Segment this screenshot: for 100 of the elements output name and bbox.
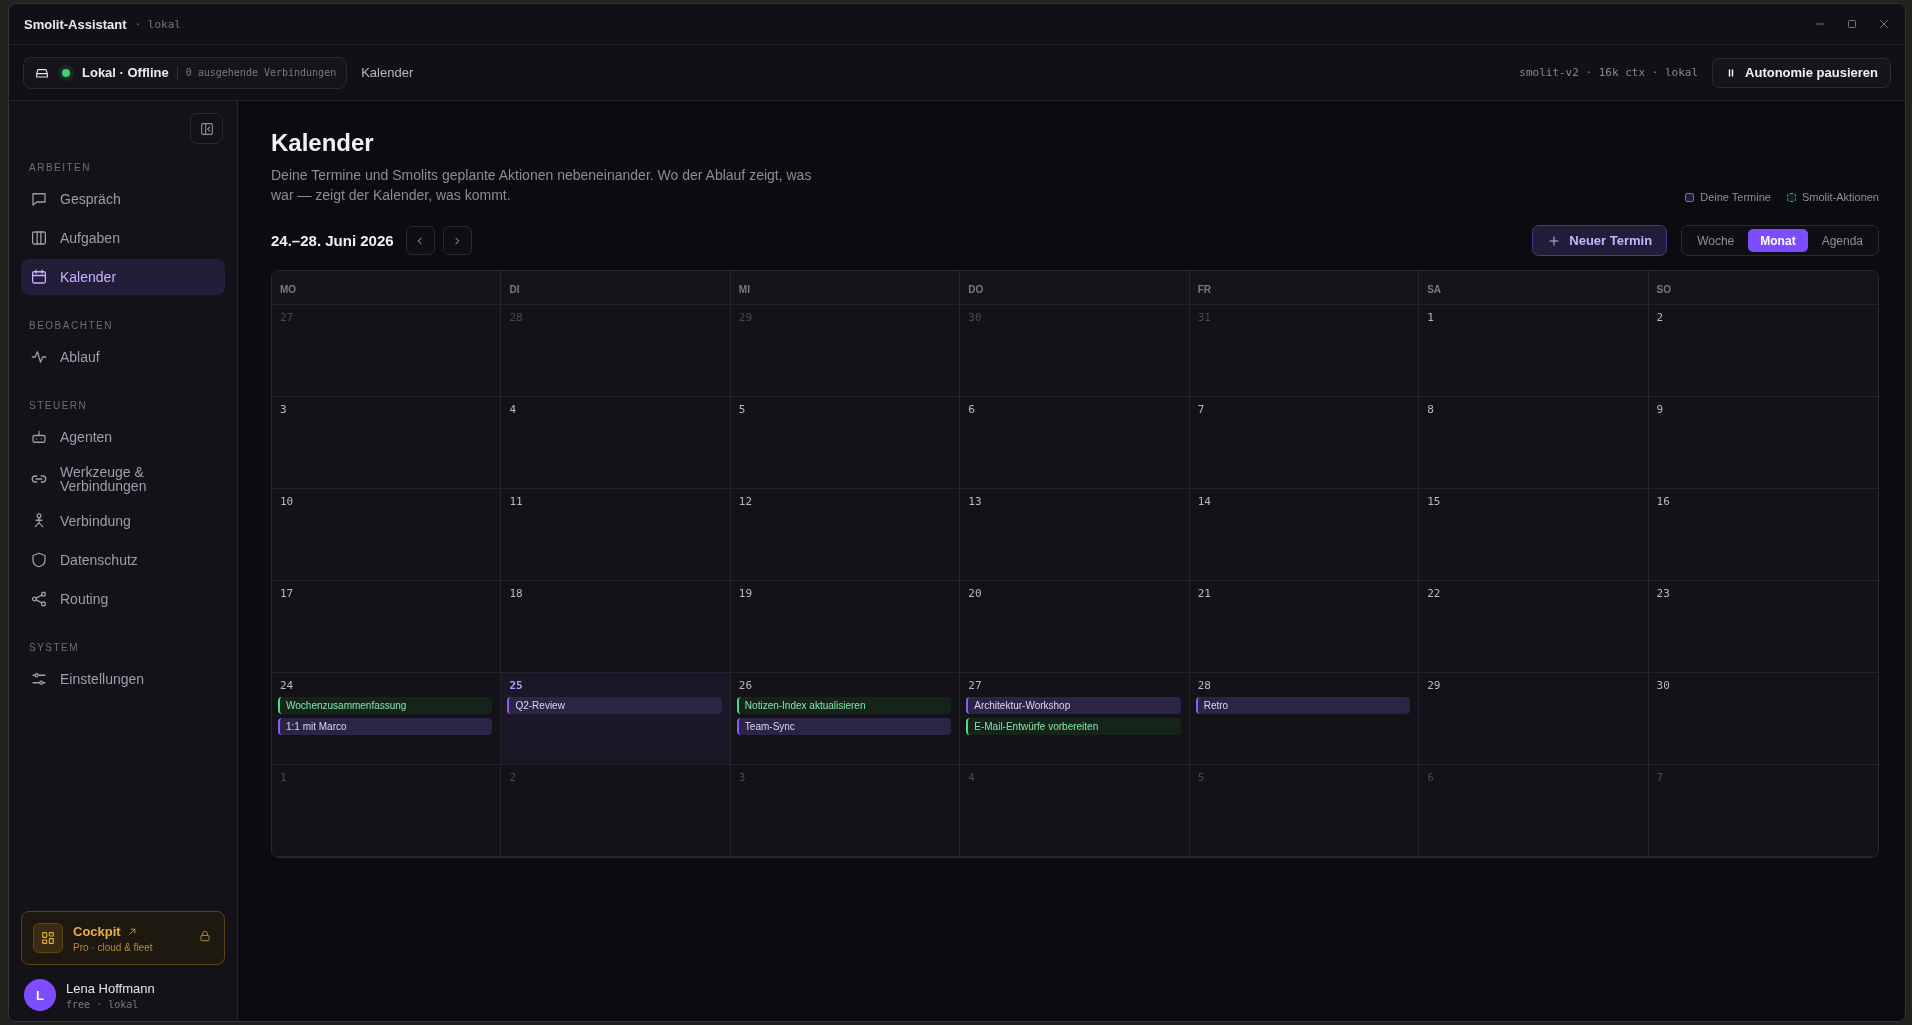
day-number: 19 [738, 587, 753, 600]
view-tab[interactable]: Agenda [1809, 229, 1875, 252]
day-number: 15 [1427, 495, 1441, 508]
day-number: 9 [1656, 403, 1664, 416]
view-tab[interactable]: Woche [1685, 229, 1747, 252]
legend-label: Smolit-Aktionen [1801, 191, 1879, 203]
day-number: 3 [738, 771, 746, 784]
day-cell[interactable]: 28 Retro [1189, 673, 1420, 765]
day-number: 2 [509, 771, 517, 784]
day-cell[interactable]: 14 [1189, 489, 1420, 581]
day-number: 13 [968, 495, 982, 508]
weekday-header: DI [501, 271, 731, 305]
day-cell[interactable]: 19 [730, 581, 961, 673]
sidebar-item[interactable]: Werkzeuge & Verbindungen [21, 458, 225, 500]
weekday-header: MI [730, 271, 961, 305]
day-cell[interactable]: 11 [501, 489, 731, 581]
weekday-header: SO [1648, 271, 1878, 305]
day-number: 31 [1197, 311, 1211, 324]
calendar-event[interactable]: 1:1 mit Marco [278, 718, 493, 735]
day-number: 1 [1427, 311, 1434, 324]
view-tab[interactable]: Monat [1748, 229, 1808, 252]
day-cell[interactable]: 25 Q2-Review [501, 673, 731, 765]
sidebar-item[interactable]: Datenschutz [21, 542, 225, 578]
day-cell[interactable]: 23 [1648, 581, 1878, 673]
day-number: 21 [1197, 587, 1211, 600]
sidebar-item[interactable]: Agenten [21, 419, 225, 455]
day-cell[interactable]: 6 [960, 397, 1190, 489]
sidebar-item[interactable]: Aufgaben [21, 220, 225, 256]
sidebar-item[interactable]: Einstellungen [21, 661, 225, 697]
day-number: 17 [280, 587, 294, 600]
day-cell[interactable]: 20 [960, 581, 1190, 673]
day-number: 6 [968, 403, 975, 416]
section-heading: SYSTEM [28, 642, 81, 653]
day-cell[interactable]: 3 [272, 397, 502, 489]
pause-button[interactable]: Autonomie pausieren [1712, 57, 1891, 88]
day-cell[interactable]: 4 [501, 397, 731, 489]
day-number: 7 [1197, 403, 1205, 416]
calendar-event[interactable]: Architektur-Workshop [966, 697, 1181, 714]
day-cell[interactable]: 12 [730, 489, 961, 581]
cockpit-subtitle: Pro · cloud & fleet [73, 941, 154, 953]
sidebar-item[interactable]: Gespräch [21, 181, 225, 217]
model-info: smolit-v2 · 16k ctx · lokal [1519, 66, 1699, 79]
day-number: 11 [509, 495, 523, 508]
cockpit-card[interactable]: Cockpit Pro · cloud & fleet [21, 911, 225, 965]
weekday-header: SA [1419, 271, 1649, 305]
day-cell[interactable]: 7 [1189, 397, 1420, 489]
day-number: 8 [1427, 403, 1434, 416]
sidebar-item[interactable]: Routing [21, 581, 225, 617]
day-cell[interactable]: 17 [272, 581, 502, 673]
new-event-button[interactable]: Neuer Termin [1532, 225, 1668, 256]
day-cell[interactable]: 27 Architektur-Workshop E-Mail-Entwürfe vorbereiten [960, 673, 1190, 765]
day-cell[interactable]: 29 [1419, 673, 1649, 765]
day-cell[interactable]: 24 Wochenzusammenfassung 1:1 mit Marco [272, 673, 502, 765]
calendar-event[interactable]: Team-Sync [736, 718, 952, 735]
day-number: 29 [738, 311, 753, 324]
day-cell[interactable]: 1 [1419, 305, 1649, 397]
legend-label: Deine Termine [1700, 191, 1771, 203]
day-number: 23 [1656, 587, 1670, 600]
day-number: 26 [738, 679, 753, 692]
day-number: 28 [1197, 679, 1211, 692]
sidebar-item[interactable]: Kalender [21, 259, 225, 295]
day-cell[interactable]: 21 [1189, 581, 1420, 673]
day-number: 14 [1197, 495, 1211, 508]
day-number: 30 [1656, 679, 1670, 692]
day-number: 29 [1427, 679, 1441, 692]
calendar-event[interactable]: Retro [1195, 697, 1411, 714]
day-cell[interactable]: 5 [730, 397, 961, 489]
day-number: 24 [280, 679, 294, 692]
day-cell[interactable]: 10 [272, 489, 502, 581]
user-plan: free · lokal [66, 998, 140, 1010]
calendar-event[interactable]: Wochenzusammenfassung [278, 697, 493, 714]
day-cell[interactable]: 8 [1419, 397, 1649, 489]
calendar-event[interactable]: Notizen-Index aktualisieren [736, 697, 952, 714]
day-cell[interactable]: 22 [1419, 581, 1649, 673]
day-number: 3 [280, 403, 287, 416]
page-title: Kalender [271, 129, 375, 157]
day-number: 18 [509, 587, 523, 600]
day-number: 28 [509, 311, 523, 324]
day-cell[interactable]: 30 [1648, 673, 1878, 765]
day-cell[interactable]: 15 [1419, 489, 1649, 581]
day-number: 4 [968, 771, 975, 784]
sidebar-item[interactable]: Ablauf [21, 339, 225, 375]
sidebar-item[interactable]: Verbindung [21, 503, 225, 539]
day-cell[interactable]: 26 Notizen-Index aktualisieren Team-Sync [730, 673, 961, 765]
connection-status[interactable]: Lokal · Offline 0 ausgehende Verbindungen [23, 56, 348, 89]
day-number: 30 [968, 311, 982, 324]
day-number: 2 [1656, 311, 1664, 324]
calendar-event[interactable]: E-Mail-Entwürfe vorbereiten [966, 718, 1181, 735]
day-number: 1 [280, 771, 287, 784]
day-number: 25 [509, 679, 523, 692]
day-cell[interactable]: 13 [960, 489, 1190, 581]
calendar-event[interactable]: Q2-Review [507, 697, 722, 714]
day-number: 7 [1656, 771, 1664, 784]
user-avatar[interactable]: L [24, 979, 56, 1011]
day-number: 22 [1427, 587, 1441, 600]
day-cell[interactable]: 16 [1648, 489, 1878, 581]
day-cell[interactable]: 9 [1648, 397, 1878, 489]
connections-count: 0 ausgehende Verbindungen [185, 67, 337, 78]
section-heading: BEOBACHTEN [28, 320, 114, 331]
day-cell[interactable]: 2 [1648, 305, 1878, 397]
